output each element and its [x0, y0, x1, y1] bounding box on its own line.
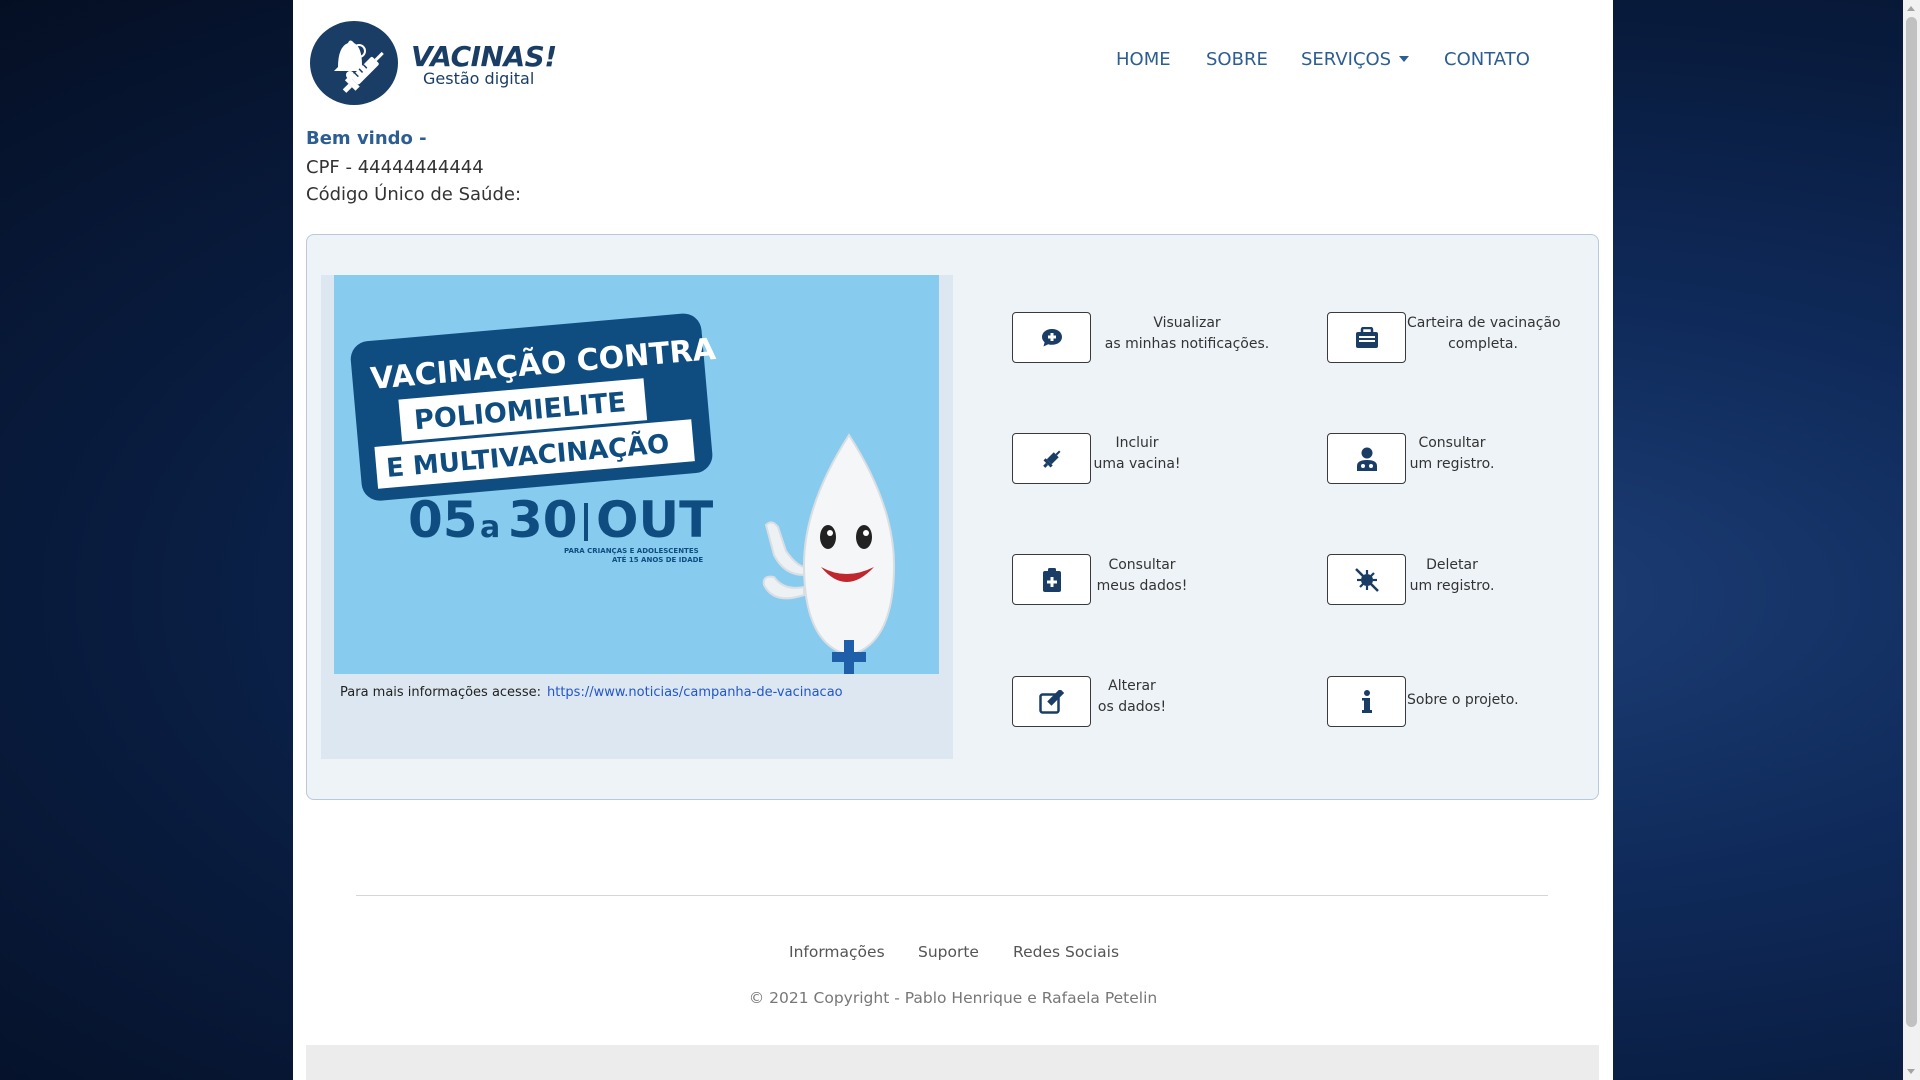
- footer-link-redes-sociais[interactable]: Redes Sociais: [1013, 943, 1119, 961]
- clipboard-medical-icon: [1042, 567, 1061, 592]
- banner-date-connector: a: [480, 510, 500, 545]
- add-vaccine-label-line2: uma vacina!: [1093, 456, 1181, 472]
- edit-icon: [1038, 689, 1064, 714]
- search-record-label-line2: um registro.: [1409, 456, 1495, 472]
- edit-data-label-line2: os dados!: [1097, 699, 1167, 715]
- nav-servicos-label: SERVIÇOS: [1301, 49, 1392, 70]
- banner-audience-1: PARA CRIANÇAS E ADOLESCENTES: [564, 547, 699, 555]
- scroll-down-arrow-icon[interactable]: [1907, 1069, 1915, 1074]
- footer-nav: Informações Suporte Redes Sociais: [293, 943, 1613, 965]
- nav-contato[interactable]: CONTATO: [1444, 49, 1530, 70]
- view-my-data-label-line2: meus dados!: [1096, 578, 1188, 594]
- scroll-up-arrow-icon[interactable]: [1907, 6, 1915, 11]
- delete-record-label: Deletar um registro.: [1407, 555, 1497, 597]
- virus-slash-icon: [1354, 567, 1379, 592]
- footer-link-suporte[interactable]: Suporte: [918, 943, 979, 961]
- search-record-button[interactable]: [1327, 433, 1406, 484]
- nav-home[interactable]: HOME: [1116, 49, 1171, 70]
- campaign-caption-text: Para mais informações acesse:: [340, 685, 541, 700]
- footer-divider: [356, 895, 1548, 896]
- banner-date-end: 30: [508, 491, 578, 549]
- bottom-band: [306, 1045, 1599, 1080]
- delete-record-label-line1: Deletar: [1426, 557, 1478, 573]
- view-notifications-label: Visualizar as minhas notificações.: [1092, 313, 1282, 355]
- view-my-data-label-line1: Consultar: [1108, 557, 1176, 573]
- about-project-button[interactable]: [1327, 676, 1406, 727]
- view-notifications-label-line1: Visualizar: [1153, 315, 1221, 331]
- add-vaccine-button[interactable]: [1012, 433, 1091, 484]
- user-cpf: CPF - 44444444444: [306, 157, 484, 178]
- search-record-label: Consultar um registro.: [1407, 433, 1497, 475]
- main-nav: HOME SOBRE SERVIÇOS CONTATO: [293, 49, 1613, 75]
- caret-down-icon: [1399, 56, 1410, 62]
- page-container: VACINAS! Gestão digital HOME SOBRE SERVI…: [293, 0, 1613, 1080]
- campaign-card: VACINAÇÃO CONTRA POLIOMIELITE E MULTIVAC…: [321, 275, 953, 759]
- scroll-thumb[interactable]: [1906, 17, 1917, 1027]
- add-vaccine-label-line1: Incluir: [1115, 435, 1159, 451]
- campaign-banner[interactable]: VACINAÇÃO CONTRA POLIOMIELITE E MULTIVAC…: [334, 275, 939, 674]
- about-project-label: Sobre o projeto.: [1407, 692, 1519, 708]
- campaign-banner-art: VACINAÇÃO CONTRA POLIOMIELITE E MULTIVAC…: [334, 275, 939, 674]
- edit-data-label-line1: Alterar: [1108, 678, 1156, 694]
- banner-month: OUT: [596, 491, 713, 549]
- welcome-greeting: Bem vindo -: [306, 128, 427, 149]
- dashboard-panel: VACINAÇÃO CONTRA POLIOMIELITE E MULTIVAC…: [306, 234, 1599, 800]
- edit-data-button[interactable]: [1012, 676, 1091, 727]
- view-notifications-button[interactable]: [1012, 312, 1091, 363]
- copyright-text: © 2021 Copyright - Pablo Henrique e Rafa…: [748, 989, 1158, 1007]
- user-doctor-icon: [1356, 447, 1377, 471]
- vaccination-card-button[interactable]: [1327, 312, 1406, 363]
- view-notifications-label-line2: as minhas notificações.: [1104, 336, 1270, 352]
- info-icon: [1361, 689, 1372, 713]
- syringe-icon: [1042, 450, 1060, 468]
- page-scrollbar[interactable]: [1903, 0, 1920, 1080]
- search-record-label-line1: Consultar: [1418, 435, 1486, 451]
- view-my-data-button[interactable]: [1012, 554, 1091, 605]
- user-health-code: Código Único de Saúde:: [306, 184, 522, 205]
- nav-sobre[interactable]: SOBRE: [1206, 49, 1268, 70]
- vaccination-card-label-line2: completa.: [1448, 336, 1518, 352]
- add-vaccine-label: Incluir uma vacina!: [1092, 433, 1182, 475]
- campaign-caption: Para mais informações acesse: https://www…: [340, 685, 843, 700]
- nav-servicos-dropdown[interactable]: SERVIÇOS: [1301, 49, 1410, 70]
- welcome-block: Bem vindo - CPF - 44444444444 Código Úni…: [306, 127, 521, 209]
- view-my-data-label: Consultar meus dados!: [1092, 555, 1192, 597]
- vaccination-card-label: Carteira de vacinação completa.: [1407, 313, 1561, 355]
- footer-link-informacoes[interactable]: Informações: [789, 943, 885, 961]
- banner-audience-2: ATÉ 15 ANOS DE IDADE: [612, 555, 703, 564]
- delete-record-label-line2: um registro.: [1409, 578, 1495, 594]
- banner-date-start: 05: [408, 491, 478, 549]
- medical-briefcase-icon: [1355, 326, 1378, 348]
- campaign-link[interactable]: https://www.noticias/campanha-de-vacinac…: [547, 685, 843, 700]
- comment-medical-icon: [1041, 328, 1062, 346]
- vaccination-card-label-line1: Carteira de vacinação: [1407, 315, 1561, 331]
- delete-record-button[interactable]: [1327, 554, 1406, 605]
- edit-data-label: Alterar os dados!: [1092, 676, 1172, 718]
